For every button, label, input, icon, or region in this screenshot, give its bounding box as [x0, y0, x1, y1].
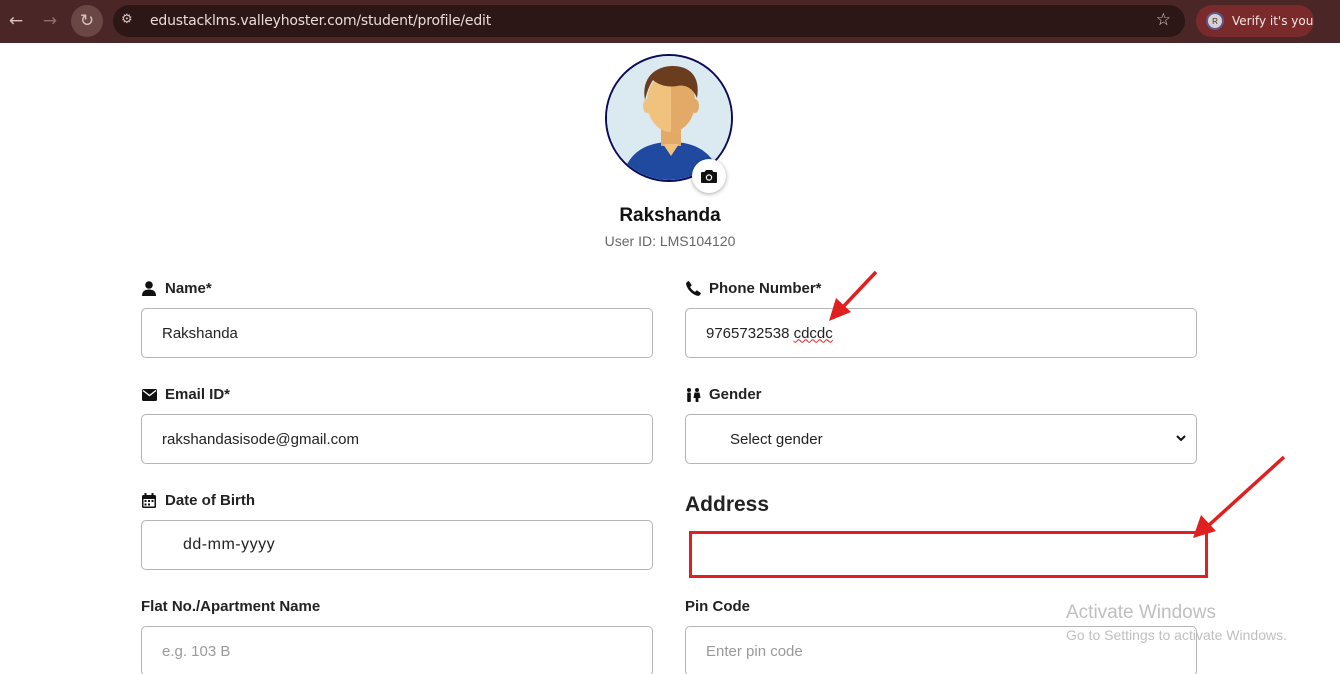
address-bar[interactable]: ⚙ edustacklms.valleyhoster.com/student/p…: [113, 5, 1185, 37]
annotation-highlight-box: [689, 531, 1208, 578]
chevron-down-icon: [1176, 431, 1186, 445]
phone-label-text: Phone Number*: [709, 280, 822, 297]
change-photo-button[interactable]: [692, 159, 726, 193]
phone-input-value: 9765732538: [706, 324, 794, 342]
name-input[interactable]: Rakshanda: [141, 308, 653, 358]
name-input-value: Rakshanda: [162, 324, 238, 342]
dob-input-placeholder: dd-mm-yyyy: [183, 536, 276, 553]
pincode-input-placeholder: Enter pin code: [706, 642, 803, 660]
browser-toolbar: ← → ↻ ⚙ edustacklms.valleyhoster.com/stu…: [0, 0, 1340, 43]
email-input-value: rakshandasisode@gmail.com: [162, 430, 359, 448]
gender-icon: [685, 387, 701, 403]
email-input[interactable]: rakshandasisode@gmail.com: [141, 414, 653, 464]
calendar-icon: [141, 493, 157, 509]
dob-label: Date of Birth: [141, 492, 255, 509]
profile-user-id: User ID: LMS104120: [604, 233, 736, 249]
site-settings-icon[interactable]: ⚙: [121, 12, 133, 27]
email-label: Email ID*: [141, 386, 230, 403]
verify-identity-button[interactable]: R Verify it's you: [1196, 5, 1314, 37]
flat-label: Flat No./Apartment Name: [141, 598, 321, 615]
gender-select-value: Select gender: [730, 430, 823, 448]
url-text: edustacklms.valleyhoster.com/student/pro…: [150, 13, 491, 29]
phone-input[interactable]: 9765732538 cdcdc: [685, 308, 1197, 358]
bookmark-star-icon[interactable]: ☆: [1156, 10, 1171, 30]
phone-input-misspelled: cdcdc: [793, 324, 833, 342]
gender-label-text: Gender: [709, 386, 762, 403]
user-icon: [141, 281, 157, 297]
flat-input-placeholder: e.g. 103 B: [162, 642, 231, 660]
pincode-label: Pin Code: [685, 598, 751, 615]
reload-icon[interactable]: ↻: [71, 5, 103, 37]
gender-select[interactable]: Select gender: [685, 414, 1197, 464]
camera-icon: [701, 170, 717, 183]
phone-icon: [685, 281, 701, 297]
address-heading: Address: [685, 493, 770, 516]
verify-label: Verify it's you: [1232, 14, 1314, 28]
phone-label: Phone Number*: [685, 280, 822, 297]
dob-input[interactable]: dd-mm-yyyy: [141, 520, 653, 570]
back-arrow-icon[interactable]: ←: [1, 6, 31, 36]
profile-avatar-icon: R: [1206, 12, 1224, 30]
name-label: Name*: [141, 280, 212, 297]
flat-input[interactable]: e.g. 103 B: [141, 626, 653, 674]
forward-arrow-icon[interactable]: →: [35, 6, 65, 36]
name-label-text: Name*: [165, 280, 212, 297]
activate-windows-title: Activate Windows: [1066, 602, 1216, 623]
dob-label-text: Date of Birth: [165, 492, 255, 509]
email-label-text: Email ID*: [165, 386, 231, 403]
activate-windows-subtitle: Go to Settings to activate Windows.: [1066, 627, 1287, 643]
envelope-icon: [141, 387, 157, 403]
profile-name: Rakshanda: [619, 205, 721, 226]
gender-label: Gender: [685, 386, 762, 403]
